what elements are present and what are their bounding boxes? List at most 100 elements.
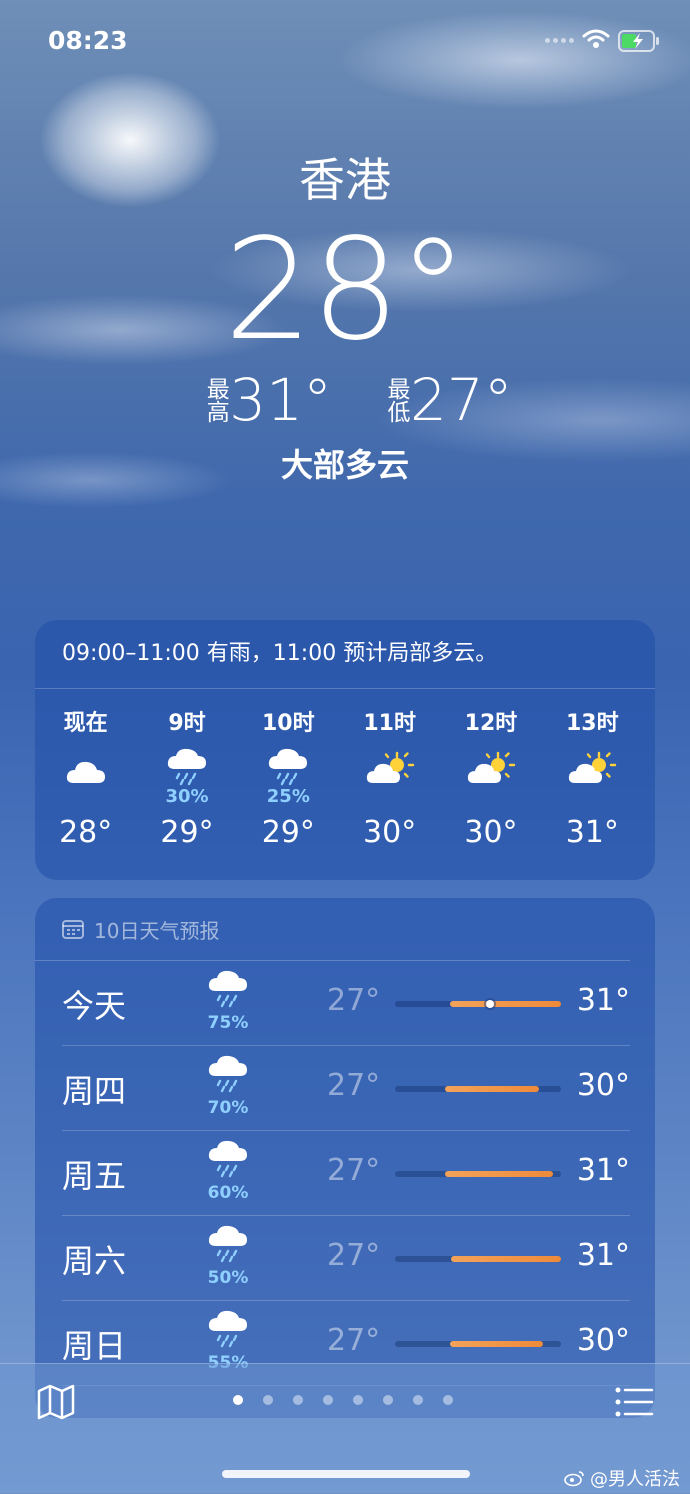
high-temperature: 31° [576, 983, 630, 1018]
page-dot[interactable] [413, 1395, 423, 1405]
hourly-item: 9时 30% 29° [136, 689, 237, 850]
low-temperature: 27° [410, 366, 513, 434]
daily-forecast-header: 10日天气预报 [35, 898, 630, 961]
hour-label: 9时 [168, 711, 206, 736]
day-name: 今天 [62, 987, 127, 1025]
hour-temperature: 29° [261, 815, 315, 850]
daily-list[interactable]: 今天 75% 27° 31° 周四 70% 27° 30° 周五 60% 27° 31° 周六 50% 27… [35, 961, 655, 1386]
cloud-icon [64, 745, 108, 787]
list-icon[interactable] [614, 1386, 654, 1418]
cloud-rain-icon [206, 1224, 250, 1268]
low-temperature: 27° [327, 1323, 381, 1358]
hourly-item: 现在 28° [35, 689, 136, 850]
page-dot[interactable] [443, 1395, 453, 1405]
temperature-range-bar [395, 1086, 561, 1092]
hourly-list[interactable]: 现在 28° 9时 30% 29° 10时 25% 29° 11时 30° 12时 30° 13时 31° [35, 689, 655, 850]
hour-label: 11时 [363, 711, 416, 736]
daily-row[interactable]: 周四 70% 27° 30° [62, 1046, 630, 1131]
hour-label: 现在 [63, 711, 108, 736]
temperature-range-bar [395, 1341, 561, 1347]
daily-forecast-card[interactable]: 10日天气预报 今天 75% 27° 31° 周四 70% 27° 30° 周五 60% 27° 31… [35, 898, 655, 1418]
temperature-range-fill [451, 1256, 561, 1262]
temperature-range-bar [395, 1256, 561, 1262]
daily-row[interactable]: 周五 60% 27° 31° [62, 1131, 630, 1216]
hour-temperature: 30° [363, 815, 417, 850]
day-name: 周五 [62, 1157, 127, 1195]
status-bar: 08:23 [0, 26, 690, 58]
hour-temperature: 31° [565, 815, 619, 850]
calendar-icon [62, 920, 84, 939]
day-name: 周日 [62, 1327, 127, 1365]
page-indicator[interactable] [233, 1395, 453, 1405]
cloud-rain-icon [206, 969, 250, 1013]
cloud-rain-icon [165, 745, 209, 787]
low-temperature: 27° [327, 983, 381, 1018]
hour-temperature: 28° [59, 815, 113, 850]
cloud-rain-icon [206, 1309, 250, 1353]
low-temperature: 27° [327, 1238, 381, 1273]
temperature-range-fill [449, 1001, 561, 1007]
temperature-range-fill [444, 1171, 553, 1177]
high-temperature: 31° [229, 366, 332, 434]
high-temperature: 30° [576, 1068, 630, 1103]
home-indicator[interactable] [222, 1470, 470, 1478]
precip-chance: 30% [165, 786, 209, 807]
temperature-range-bar [395, 1000, 561, 1008]
page-dot[interactable] [323, 1395, 333, 1405]
high-temperature: 30° [576, 1323, 630, 1358]
low-temperature: 27° [327, 1068, 381, 1103]
current-temp-dot [485, 1000, 494, 1008]
high-temperature: 31° [576, 1238, 630, 1273]
precip-chance: 70% [207, 1098, 249, 1118]
city-name: 香港 [299, 153, 391, 207]
daily-row[interactable]: 周六 50% 27° 31° [62, 1216, 630, 1301]
hour-label: 10时 [262, 711, 315, 736]
day-name: 周六 [62, 1242, 127, 1280]
daily-row[interactable]: 今天 75% 27° 31° [62, 961, 630, 1046]
condition-text: 大部多云 [280, 446, 409, 484]
page-dot[interactable] [233, 1395, 243, 1405]
status-time: 08:23 [48, 26, 128, 55]
cloud-rain-icon [206, 1139, 250, 1183]
hour-temperature: 29° [160, 815, 214, 850]
low-temperature: 27° [327, 1153, 381, 1188]
current-weather: 香港 28° 最高 31° 最低 27° 大部多云 [0, 150, 690, 486]
hour-temperature: 30° [464, 815, 518, 850]
hourly-item: 12时 30° [440, 689, 541, 850]
hourly-item: 13时 31° [542, 689, 643, 850]
temperature-range-fill [449, 1341, 543, 1347]
hour-label: 12时 [464, 711, 518, 736]
hourly-item: 10时 25% 29° [238, 689, 339, 850]
high-low: 最高 31° 最低 27° [0, 370, 690, 430]
cellular-signal-icon [545, 38, 574, 43]
battery-charging-icon [618, 30, 659, 52]
wifi-icon [582, 29, 610, 48]
precip-chance: 60% [207, 1183, 249, 1203]
cloud-rain-icon [206, 1054, 250, 1098]
watermark: @男人活法 [564, 1465, 680, 1491]
weibo-logo-icon [564, 1471, 584, 1487]
sun-cloud-icon [567, 745, 617, 787]
precip-chance: 50% [207, 1268, 249, 1288]
page-dot[interactable] [293, 1395, 303, 1405]
sun-cloud-icon [466, 745, 516, 787]
daily-forecast-title: 10日天气预报 [94, 918, 220, 943]
high-label: 最高 [202, 377, 229, 423]
hourly-item: 11时 30° [339, 689, 440, 850]
current-temperature: 28° [223, 209, 468, 372]
low-label: 最低 [383, 377, 409, 423]
day-name: 周四 [62, 1072, 127, 1110]
hourly-summary: 09:00–11:00 有雨，11:00 预计局部多云。 [35, 620, 655, 689]
page-dot[interactable] [263, 1395, 273, 1405]
hourly-forecast-card[interactable]: 09:00–11:00 有雨，11:00 预计局部多云。 现在 28° 9时 30% 2… [35, 620, 655, 880]
high-temperature: 31° [576, 1153, 630, 1188]
map-icon[interactable] [37, 1384, 75, 1420]
cloud-rain-icon [266, 745, 310, 787]
page-dot[interactable] [383, 1395, 393, 1405]
hour-label: 13时 [565, 711, 619, 736]
temperature-range-fill [444, 1086, 540, 1092]
temperature-range-bar [395, 1171, 561, 1177]
sun-cloud-icon [365, 745, 415, 787]
page-dot[interactable] [353, 1395, 363, 1405]
precip-chance: 25% [266, 786, 310, 807]
